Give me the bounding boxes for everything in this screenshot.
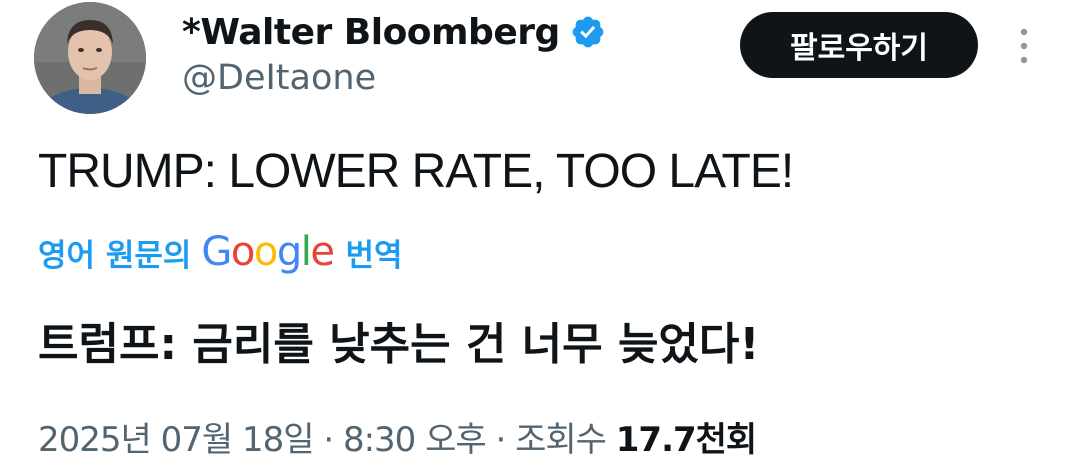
more-vertical-icon[interactable] <box>1008 24 1040 68</box>
verified-badge-icon[interactable] <box>570 14 606 50</box>
tweet-date[interactable]: 2025년 07월 18일 <box>38 420 315 460</box>
avatar-photo <box>34 2 146 114</box>
views-count[interactable]: 17.7천회 <box>616 420 757 460</box>
translation-action-label[interactable]: 번역 <box>346 230 403 275</box>
translation-attribution[interactable]: 영어 원문의 Google 번역 <box>38 228 403 276</box>
tweet-text: TRUMP: LOWER RATE, TOO LATE! <box>38 145 794 198</box>
meta-separator: · <box>323 420 334 460</box>
tweet-time[interactable]: 8:30 오후 <box>343 420 487 460</box>
views-label: 조회수 <box>515 420 607 460</box>
translation-source-label[interactable]: 영어 원문의 <box>38 230 191 275</box>
author-handle[interactable]: @DeItaone <box>182 58 376 98</box>
tweet-metadata: 2025년 07월 18일 · 8:30 오후 · 조회수 17.7천회 <box>38 412 757 461</box>
author-display-name[interactable]: *Walter Bloomberg <box>182 12 560 53</box>
avatar[interactable] <box>34 2 146 114</box>
meta-separator: · <box>495 420 506 460</box>
translated-tweet-text: 트럼프: 금리를 낮추는 건 너무 늦었다! <box>38 319 760 370</box>
follow-button[interactable]: 팔로우하기 <box>740 12 978 78</box>
author-name-row: *Walter Bloomberg <box>182 8 606 56</box>
google-logo: Google <box>201 229 335 275</box>
